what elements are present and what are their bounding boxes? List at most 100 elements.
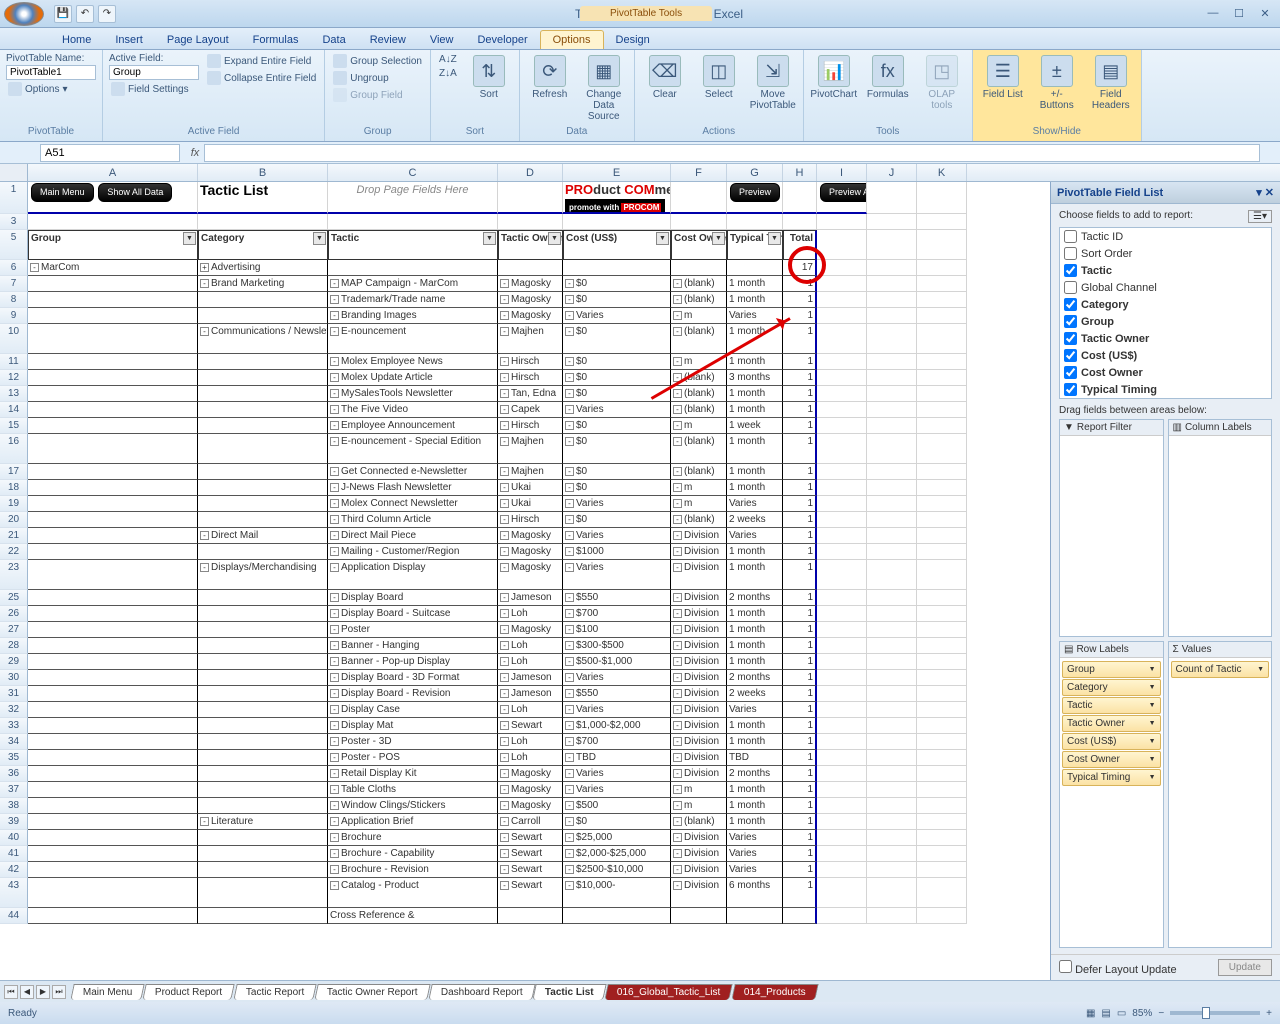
expand-toggle[interactable]: -: [565, 499, 574, 508]
pivot-cell[interactable]: -Displays/Merchandising: [198, 560, 328, 590]
pivot-cell[interactable]: 1: [783, 814, 817, 830]
expand-toggle[interactable]: -: [330, 817, 339, 826]
pivot-cell[interactable]: 1: [783, 766, 817, 782]
field-headers-button[interactable]: ▤Field Headers: [1087, 53, 1135, 113]
col-I[interactable]: I: [817, 164, 867, 181]
pivot-cell[interactable]: -$0: [563, 464, 671, 480]
pivot-cell[interactable]: -Hirsch: [498, 370, 563, 386]
pivot-cell[interactable]: -Literature: [198, 814, 328, 830]
expand-toggle[interactable]: -: [500, 547, 509, 556]
pivot-cell[interactable]: -$700: [563, 734, 671, 750]
expand-toggle[interactable]: -: [565, 389, 574, 398]
pivot-cell[interactable]: -MAP Campaign - MarCom: [328, 276, 498, 292]
tab-developer[interactable]: Developer: [465, 31, 539, 49]
pivot-cell[interactable]: [198, 878, 328, 908]
pivot-cell[interactable]: -Poster - 3D: [328, 734, 498, 750]
row-header[interactable]: 42: [0, 862, 28, 878]
pivot-cell[interactable]: -Poster - POS: [328, 750, 498, 766]
pivot-cell[interactable]: -$0: [563, 292, 671, 308]
expand-toggle[interactable]: -: [565, 785, 574, 794]
pivot-cell[interactable]: -(blank): [671, 324, 727, 354]
pivot-cell[interactable]: -$0: [563, 418, 671, 434]
tab-insert[interactable]: Insert: [103, 31, 155, 49]
pivot-cell[interactable]: [198, 544, 328, 560]
pivot-cell[interactable]: [198, 622, 328, 638]
pivot-cell[interactable]: -Poster: [328, 622, 498, 638]
field-checkbox[interactable]: [1064, 332, 1077, 345]
expand-toggle[interactable]: -: [565, 609, 574, 618]
row-header[interactable]: 25: [0, 590, 28, 606]
pivot-cell[interactable]: [198, 766, 328, 782]
pivot-cell[interactable]: [198, 308, 328, 324]
pivot-cell[interactable]: [28, 638, 198, 654]
expand-toggle[interactable]: -: [565, 721, 574, 730]
pivot-cell[interactable]: [198, 434, 328, 464]
pivot-cell[interactable]: -Banner - Hanging: [328, 638, 498, 654]
pivot-header-category[interactable]: Category▼: [198, 230, 328, 260]
field-checkbox[interactable]: [1064, 349, 1077, 362]
expand-toggle[interactable]: -: [500, 769, 509, 778]
col-J[interactable]: J: [867, 164, 917, 181]
pivot-cell[interactable]: [28, 606, 198, 622]
expand-toggle[interactable]: -: [500, 437, 509, 446]
drop-page-fields[interactable]: Drop Page Fields Here: [328, 182, 498, 214]
col-C[interactable]: C: [328, 164, 498, 181]
pivot-cell[interactable]: [198, 638, 328, 654]
pivot-cell[interactable]: 1: [783, 354, 817, 370]
pivot-cell[interactable]: -$0: [563, 434, 671, 464]
expand-toggle[interactable]: -: [330, 405, 339, 414]
pivot-cell[interactable]: -m: [671, 354, 727, 370]
pivot-cell[interactable]: [28, 418, 198, 434]
pivot-cell[interactable]: [28, 798, 198, 814]
pivot-cell[interactable]: -Magosky: [498, 528, 563, 544]
pivot-cell[interactable]: [198, 402, 328, 418]
expand-toggle[interactable]: -: [330, 483, 339, 492]
expand-toggle[interactable]: -: [673, 405, 682, 414]
field-list-item[interactable]: Cost (US$): [1060, 347, 1271, 364]
pivot-cell[interactable]: [198, 496, 328, 512]
pivot-cell[interactable]: -E-nouncement: [328, 324, 498, 354]
pivot-cell[interactable]: -Catalog - Product: [328, 878, 498, 908]
row-header[interactable]: 26: [0, 606, 28, 622]
pivot-cell[interactable]: -Sewart: [498, 862, 563, 878]
expand-toggle[interactable]: -: [500, 389, 509, 398]
pivot-cell[interactable]: 17: [783, 260, 817, 276]
pivot-cell[interactable]: -Brochure - Capability: [328, 846, 498, 862]
move-button[interactable]: ⇲Move PivotTable: [749, 53, 797, 113]
sort-button[interactable]: ⇅Sort: [465, 53, 513, 102]
pivot-cell[interactable]: -Hirsch: [498, 418, 563, 434]
expand-toggle[interactable]: -: [330, 295, 339, 304]
expand-toggle[interactable]: -: [673, 657, 682, 666]
pivot-cell[interactable]: [28, 434, 198, 464]
expand-toggle[interactable]: -: [565, 311, 574, 320]
pivot-header-tactic[interactable]: Tactic▼: [328, 230, 498, 260]
pivot-cell[interactable]: -$0: [563, 370, 671, 386]
pivot-cell[interactable]: [28, 528, 198, 544]
pivot-cell[interactable]: 1: [783, 418, 817, 434]
pivot-cell[interactable]: -Display Board - 3D Format: [328, 670, 498, 686]
pivot-cell[interactable]: [28, 670, 198, 686]
pivot-cell[interactable]: [198, 782, 328, 798]
pivot-cell[interactable]: -(blank): [671, 814, 727, 830]
pivot-cell[interactable]: -Retail Display Kit: [328, 766, 498, 782]
expand-toggle[interactable]: +: [200, 263, 209, 272]
pivot-cell[interactable]: -Division: [671, 830, 727, 846]
pivot-cell[interactable]: 1: [783, 654, 817, 670]
pivot-cell[interactable]: -Magosky: [498, 560, 563, 590]
dropdown-icon[interactable]: ▼: [768, 232, 781, 245]
sheet-tab[interactable]: Product Report: [143, 984, 236, 1000]
pivot-cell[interactable]: -(blank): [671, 434, 727, 464]
options-button[interactable]: Options ▾: [6, 81, 96, 97]
field-pill[interactable]: Typical Timing▼: [1062, 769, 1161, 786]
expand-toggle[interactable]: -: [673, 785, 682, 794]
pivot-cell[interactable]: -Loh: [498, 606, 563, 622]
select-button[interactable]: ◫Select: [695, 53, 743, 102]
row-header[interactable]: 23: [0, 560, 28, 590]
change-data-button[interactable]: ▦Change Data Source: [580, 53, 628, 124]
pivot-cell[interactable]: -$0: [563, 512, 671, 528]
pivot-cell[interactable]: 1: [783, 830, 817, 846]
expand-toggle[interactable]: -: [565, 563, 574, 572]
dropdown-icon[interactable]: ▼: [1149, 666, 1156, 673]
tab-formulas[interactable]: Formulas: [241, 31, 311, 49]
first-sheet-icon[interactable]: ⏮: [4, 985, 18, 999]
